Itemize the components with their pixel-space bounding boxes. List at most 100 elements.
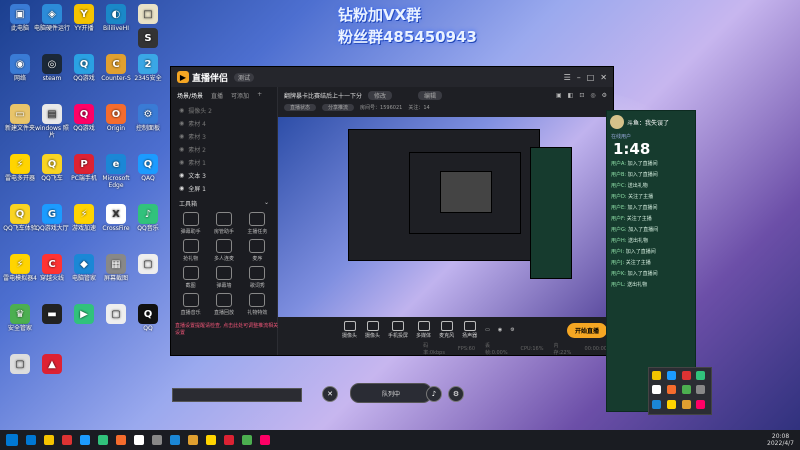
- tray-app-icon[interactable]: [652, 399, 661, 409]
- desktop-icon[interactable]: ⚡ 雷电多开器: [2, 154, 38, 182]
- chat-username[interactable]: 用户E:: [611, 205, 627, 211]
- edit-title-button[interactable]: 修改: [368, 91, 393, 100]
- taskbar-app-icon[interactable]: [116, 435, 126, 445]
- collapse-icon[interactable]: ⌄: [264, 199, 269, 208]
- tool-item[interactable]: 麦序: [242, 239, 273, 262]
- record-icon[interactable]: ▭: [485, 327, 490, 333]
- maximize-icon[interactable]: □: [587, 73, 595, 82]
- eye-icon[interactable]: ◉: [179, 107, 184, 114]
- desktop-icon[interactable]: Q QQ: [130, 304, 166, 332]
- eye-icon[interactable]: ◉: [179, 185, 184, 192]
- tray-app-icon[interactable]: [666, 399, 676, 409]
- chat-username[interactable]: 用户K:: [611, 271, 628, 277]
- desktop-icon[interactable]: ◉ 网络: [2, 54, 38, 82]
- taskbar-app-icon[interactable]: [152, 435, 162, 445]
- desktop-icon[interactable]: ⚙ 控制面板: [130, 104, 166, 132]
- scene-item[interactable]: ◉ 素材 2: [171, 143, 277, 156]
- live-companion-window[interactable]: ▶ 直播伴侣 测试 ☰ – □ ✕ 场景/场景 直播 可添加 + ◉ 摄像头 2 ◉ 素材 4 ◉ 素…: [170, 66, 614, 356]
- stream-info-item[interactable]: 分享推流: [322, 104, 355, 111]
- taskbar-app-icon[interactable]: [242, 435, 252, 445]
- desktop-icon[interactable]: ▢: [98, 304, 134, 325]
- scene-item[interactable]: ◉ 素材 3: [171, 130, 277, 143]
- tool-item[interactable]: 主播任务: [242, 212, 273, 235]
- source-control[interactable]: 手机投屏: [388, 321, 408, 339]
- desktop-icon[interactable]: ▢: [2, 354, 38, 375]
- eye-icon[interactable]: ◉: [179, 172, 184, 179]
- scene-item[interactable]: ◉ 素材 4: [171, 117, 277, 130]
- taskbar-app-icon[interactable]: [80, 435, 90, 445]
- desktop-icon[interactable]: ♛ 安全管家: [2, 304, 38, 332]
- tray-app-icon[interactable]: [696, 385, 706, 395]
- scene-item[interactable]: ◉ 摄像头 2: [171, 104, 277, 117]
- stream-info-item[interactable]: 直播状态: [284, 104, 317, 111]
- lock-icon[interactable]: ◧: [568, 92, 574, 99]
- eye-icon[interactable]: ◉: [179, 120, 184, 127]
- desktop-icon[interactable]: Q QAQ: [130, 154, 166, 182]
- tray-app-icon[interactable]: [681, 385, 691, 395]
- dock-settings-icon[interactable]: ⚙: [448, 386, 464, 402]
- desktop-icon[interactable]: Q QQ游戏: [66, 104, 102, 132]
- tray-app-icon[interactable]: [652, 371, 661, 380]
- taskbar-app-icon[interactable]: [206, 435, 216, 445]
- taskbar-app-icon[interactable]: [44, 435, 54, 445]
- tool-item[interactable]: 歌词秀: [242, 266, 273, 289]
- scene-item[interactable]: ◉ 全屏 1: [171, 182, 277, 195]
- tray-app-icon[interactable]: [681, 399, 691, 409]
- desktop-icon[interactable]: 2 2345安全: [130, 54, 166, 82]
- taskbar-app-icon[interactable]: [188, 435, 198, 445]
- dock-mic-icon[interactable]: ♪: [426, 386, 442, 402]
- desktop-icon[interactable]: ▶: [66, 304, 102, 325]
- chat-username[interactable]: 用户B:: [611, 172, 628, 178]
- taskbar-app-icon[interactable]: [62, 435, 72, 445]
- chat-username[interactable]: 用户H:: [611, 238, 628, 244]
- input-field[interactable]: [172, 388, 302, 402]
- desktop-icon[interactable]: Q QQ飞车体验: [2, 204, 38, 232]
- chat-username[interactable]: 用户D:: [611, 194, 628, 200]
- desktop-icon[interactable]: Q QQ飞车: [34, 154, 70, 182]
- tray-app-icon[interactable]: [666, 371, 676, 380]
- scene-item[interactable]: ◉ 素材 1: [171, 156, 277, 169]
- menu-icon[interactable]: ☰: [564, 73, 571, 82]
- desktop-icon[interactable]: Y YY开播: [66, 4, 102, 32]
- desktop-icon[interactable]: G QQ游戏大厅: [34, 204, 70, 232]
- source-control[interactable]: 摄像头: [365, 321, 380, 339]
- bell-icon[interactable]: ◎: [590, 92, 595, 99]
- tool-item[interactable]: 房管助手: [208, 212, 239, 235]
- source-control[interactable]: 摄像头: [342, 321, 357, 339]
- tray-app-icon[interactable]: [696, 399, 706, 409]
- eye-icon[interactable]: ◉: [179, 146, 184, 153]
- desktop-icon[interactable]: ◐ BililiveHI: [98, 4, 134, 32]
- taskbar-app-icon[interactable]: [224, 435, 234, 445]
- source-control[interactable]: 扬声器: [462, 321, 477, 339]
- tool-item[interactable]: 抢礼物: [175, 239, 206, 262]
- chat-username[interactable]: 用户F:: [611, 216, 627, 222]
- desktop-icon[interactable]: ⚡ 游戏加速: [66, 204, 102, 232]
- desktop-icon[interactable]: ⚡ 雷电模拟器4: [2, 254, 38, 282]
- desktop-icon[interactable]: ▲: [34, 354, 70, 375]
- desktop-icon[interactable]: ▦ 屏幕截图: [98, 254, 134, 282]
- clock[interactable]: 20:08 2022/4/7: [767, 433, 794, 447]
- taskbar-app-icon[interactable]: [260, 435, 270, 445]
- start-icon[interactable]: [6, 434, 18, 446]
- desktop-icon[interactable]: ▣ 此电脑: [2, 4, 38, 32]
- status-pill[interactable]: 编辑: [418, 91, 443, 100]
- taskbar-app-icon[interactable]: [98, 435, 108, 445]
- source-control[interactable]: 麦克风: [439, 321, 454, 339]
- desktop-icon[interactable]: e Microsoft Edge: [98, 154, 134, 189]
- gift-icon[interactable]: ▣: [556, 92, 562, 99]
- tool-item[interactable]: 多人连麦: [208, 239, 239, 262]
- stream-preview[interactable]: [278, 117, 613, 317]
- taskbar-app-icon[interactable]: [134, 435, 144, 445]
- desktop-icon[interactable]: ♪ QQ音乐: [130, 204, 166, 232]
- eye-icon[interactable]: ◉: [179, 159, 184, 166]
- tool-item[interactable]: 截图: [175, 266, 206, 289]
- chat-username[interactable]: 用户C:: [611, 183, 628, 189]
- desktop-icon[interactable]: ▤ windows 照片: [34, 104, 70, 139]
- tool-item[interactable]: 弹幕助手: [175, 212, 206, 235]
- desktop-icon[interactable]: P PC端手机: [66, 154, 102, 182]
- chat-username[interactable]: 用户G:: [611, 227, 628, 233]
- desktop-icon[interactable]: ▭ 新建文件夹: [2, 104, 38, 132]
- chat-username[interactable]: 用户A:: [611, 161, 628, 167]
- left-tab[interactable]: 可添加: [231, 91, 249, 100]
- tray-app-icon[interactable]: [652, 385, 661, 395]
